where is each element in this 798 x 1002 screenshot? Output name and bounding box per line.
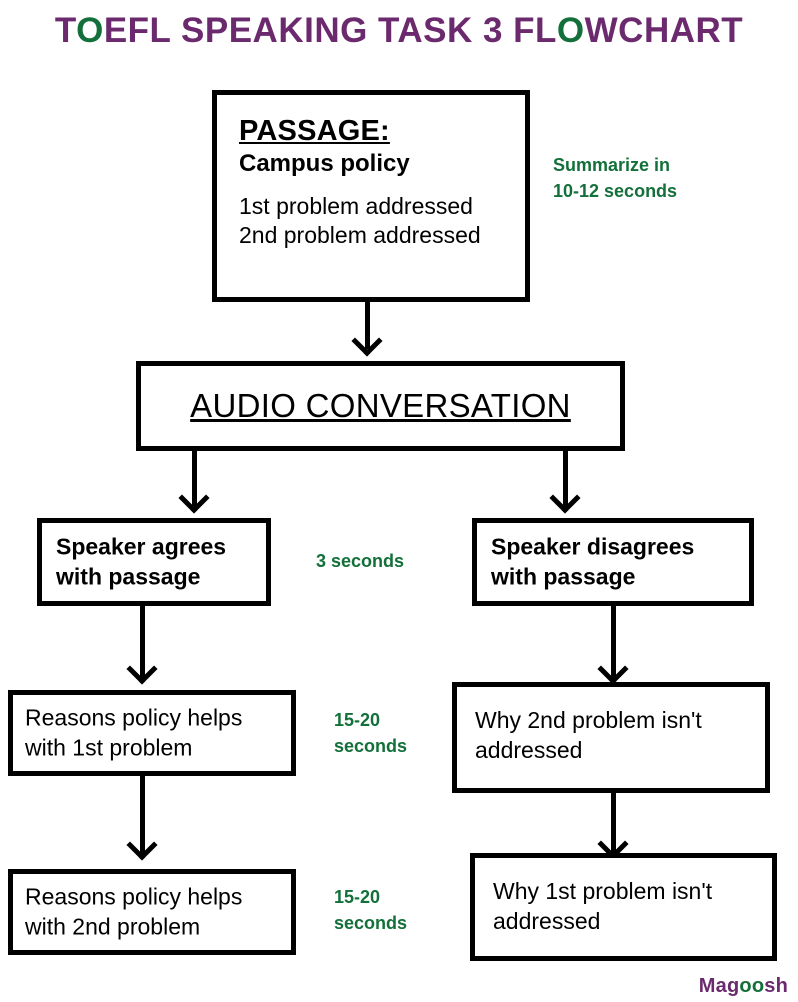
title-letter-o-green-2: O xyxy=(556,11,585,50)
page-title: TOEFL SPEAKING TASK 3 FLOWCHART xyxy=(0,11,798,51)
title-part-1: T xyxy=(54,11,77,50)
speaker-disagrees-box: Speaker disagrees with passage xyxy=(472,518,754,606)
arrow-reasons-first-to-second xyxy=(126,776,158,866)
note-fifteen-twenty-lower: 15-20 seconds xyxy=(334,884,407,936)
note-three-seconds: 3 seconds xyxy=(316,548,404,574)
note-summarize-line-2: 10-12 seconds xyxy=(553,181,678,202)
arrow-head xyxy=(178,482,210,514)
arrow-head xyxy=(549,482,581,514)
why-second-line-1: Why 2nd problem isn't xyxy=(475,707,702,733)
passage-line-2: 2nd problem addressed xyxy=(239,222,481,249)
arrow-passage-to-audio xyxy=(351,302,383,360)
arrow-disagree-to-why-second xyxy=(597,606,629,690)
speaker-disagrees-line-1: Speaker disagrees xyxy=(491,533,695,560)
speaker-agrees-line-2: with passage xyxy=(56,564,201,590)
note-three-seconds-line-1: 3 seconds xyxy=(316,551,405,571)
note-fifteen-twenty-lower-line-2: seconds xyxy=(334,913,408,934)
reasons-second-line-1: Reasons policy helps xyxy=(25,883,243,910)
why-second-problem-box: Why 2nd problem isn't addressed xyxy=(452,682,770,793)
flowchart-canvas: TOEFL SPEAKING TASK 3 FLOWCHART PASSAGE:… xyxy=(0,0,798,1002)
note-summarize-line-1: Summarize in xyxy=(553,155,671,175)
reasons-first-line-2: with 1st problem xyxy=(25,735,193,761)
logo-part-2: sh xyxy=(764,975,788,997)
arrow-audio-to-agree xyxy=(178,451,210,519)
passage-heading: PASSAGE: xyxy=(239,115,390,147)
arrow-head xyxy=(126,829,158,861)
speaker-agrees-line-1: Speaker agrees xyxy=(56,533,227,560)
speaker-disagrees-line-2: with passage xyxy=(491,564,636,590)
why-first-line-1: Why 1st problem isn't xyxy=(493,878,713,904)
passage-line-1: 1st problem addressed xyxy=(239,193,473,219)
why-first-line-2: addressed xyxy=(493,908,601,935)
note-fifteen-twenty-upper-line-1: 15-20 xyxy=(334,710,381,730)
why-first-problem-box: Why 1st problem isn't addressed xyxy=(470,853,777,961)
reasons-first-line-1: Reasons policy helps xyxy=(25,704,243,731)
magoosh-logo: Magoosh xyxy=(699,975,788,998)
arrow-head xyxy=(351,325,383,357)
note-summarize: Summarize in 10-12 seconds xyxy=(553,152,677,204)
passage-subheading: Campus policy xyxy=(239,150,410,177)
logo-part-1: Mag xyxy=(698,975,740,997)
arrow-head xyxy=(126,653,158,685)
audio-conversation-label: AUDIO CONVERSATION xyxy=(190,387,571,424)
why-second-line-2: addressed xyxy=(475,737,583,764)
reasons-second-problem-box: Reasons policy helps with 2nd problem xyxy=(8,869,296,955)
note-fifteen-twenty-upper: 15-20 seconds xyxy=(334,707,407,759)
passage-box: PASSAGE: Campus policy 1st problem addre… xyxy=(212,90,530,302)
title-part-2: EFL SPEAKING TASK 3 FL xyxy=(103,11,557,50)
arrow-audio-to-disagree xyxy=(549,451,581,519)
note-fifteen-twenty-lower-line-1: 15-20 xyxy=(334,887,381,907)
title-letter-o-green-1: O xyxy=(76,11,104,50)
title-part-3: WCHART xyxy=(584,11,744,50)
speaker-agrees-box: Speaker agrees with passage xyxy=(37,518,271,606)
note-fifteen-twenty-upper-line-2: seconds xyxy=(334,736,408,757)
reasons-first-problem-box: Reasons policy helps with 1st problem xyxy=(8,690,296,776)
arrow-head xyxy=(597,653,629,685)
arrow-agree-to-reasons-first xyxy=(126,606,158,690)
audio-conversation-box: AUDIO CONVERSATION xyxy=(136,361,625,451)
logo-part-green: oo xyxy=(739,975,765,997)
reasons-second-line-2: with 2nd problem xyxy=(25,914,201,940)
